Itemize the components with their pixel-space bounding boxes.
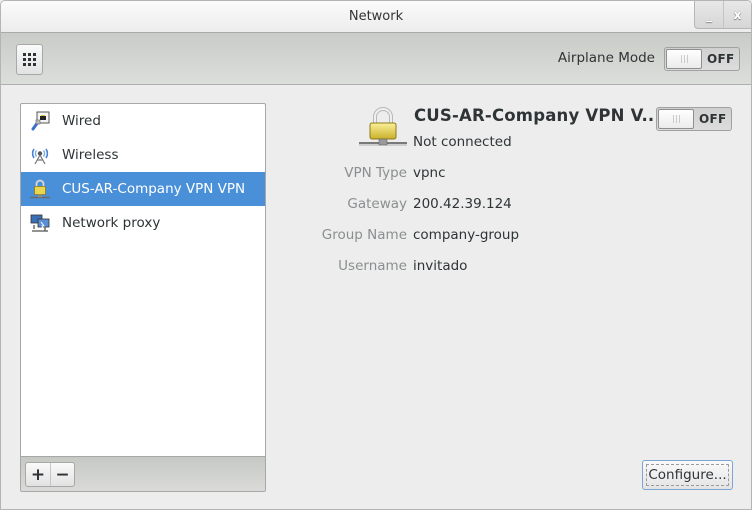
configure-button[interactable]: Configure... — [642, 460, 733, 490]
sidebar-item-vpn[interactable]: CUS-AR-Company VPN VPN — [21, 172, 265, 206]
connection-list-panel: Wired Wireless CUS-AR-Company VPN VPN Ne… — [20, 103, 266, 492]
network-settings-window: Network _ x Airplane Mode OFF Wired Wire… — [0, 0, 752, 510]
property-value: company-group — [413, 227, 520, 243]
switch-state-label: OFF — [707, 52, 735, 66]
property-label: Username — [338, 258, 407, 274]
sidebar-item-wireless[interactable]: Wireless — [21, 138, 265, 172]
connection-list-toolbar: + − — [21, 456, 265, 491]
wireless-network-icon — [29, 144, 51, 166]
window-title: Network — [348, 9, 404, 24]
remove-connection-button[interactable]: − — [50, 463, 74, 486]
property-label: Group Name — [321, 227, 407, 243]
network-proxy-icon — [29, 212, 51, 234]
connection-list: Wired Wireless CUS-AR-Company VPN VPN Ne… — [21, 104, 265, 240]
property-row-vpn-type: VPN Type vpnc — [281, 165, 581, 183]
property-row-gateway: Gateway 200.42.39.124 — [281, 196, 581, 214]
property-value: vpnc — [413, 165, 446, 181]
minimize-button[interactable]: _ — [695, 1, 723, 28]
grip-icon — [680, 55, 688, 63]
switch-knob[interactable] — [666, 49, 702, 69]
property-label: Gateway — [347, 196, 407, 212]
add-remove-group: + − — [25, 462, 75, 487]
title-bar: Network _ x — [1, 1, 751, 33]
grip-icon — [672, 115, 680, 123]
property-label: VPN Type — [344, 165, 407, 181]
minus-icon: − — [55, 464, 70, 485]
close-button[interactable]: x — [723, 1, 751, 28]
sidebar-item-label: Wired — [62, 113, 101, 129]
window-controls: _ x — [694, 1, 751, 29]
plus-icon: + — [30, 464, 46, 485]
minimize-icon: _ — [706, 7, 712, 22]
property-value: 200.42.39.124 — [413, 196, 512, 212]
airplane-mode-switch[interactable]: OFF — [664, 47, 740, 71]
connection-status: Not connected — [413, 134, 512, 150]
property-value: invitado — [413, 258, 468, 274]
all-settings-button[interactable] — [16, 44, 43, 75]
switch-knob[interactable] — [658, 109, 694, 129]
sidebar-item-network-proxy[interactable]: Network proxy — [21, 206, 265, 240]
property-row-group-name: Group Name company-group — [281, 227, 581, 245]
wired-network-icon — [29, 110, 51, 132]
configure-label: Configure... — [648, 467, 727, 483]
connection-name: CUS-AR-Company VPN V... — [414, 106, 661, 125]
vpn-lock-large-icon — [359, 105, 407, 149]
app-grid-icon — [23, 53, 36, 66]
vpn-lock-icon — [29, 178, 51, 200]
sidebar-item-label: Network proxy — [62, 215, 161, 231]
vpn-connection-switch[interactable]: OFF — [656, 107, 732, 131]
header-toolbar: Airplane Mode — [1, 33, 751, 85]
add-connection-button[interactable]: + — [26, 463, 50, 486]
property-row-username: Username invitado — [281, 258, 581, 276]
sidebar-item-label: CUS-AR-Company VPN VPN — [62, 181, 246, 197]
sidebar-item-label: Wireless — [62, 147, 119, 163]
sidebar-item-wired[interactable]: Wired — [21, 104, 265, 138]
airplane-mode-label: Airplane Mode — [557, 50, 655, 66]
switch-state-label: OFF — [699, 112, 727, 126]
close-icon: x — [733, 7, 742, 22]
